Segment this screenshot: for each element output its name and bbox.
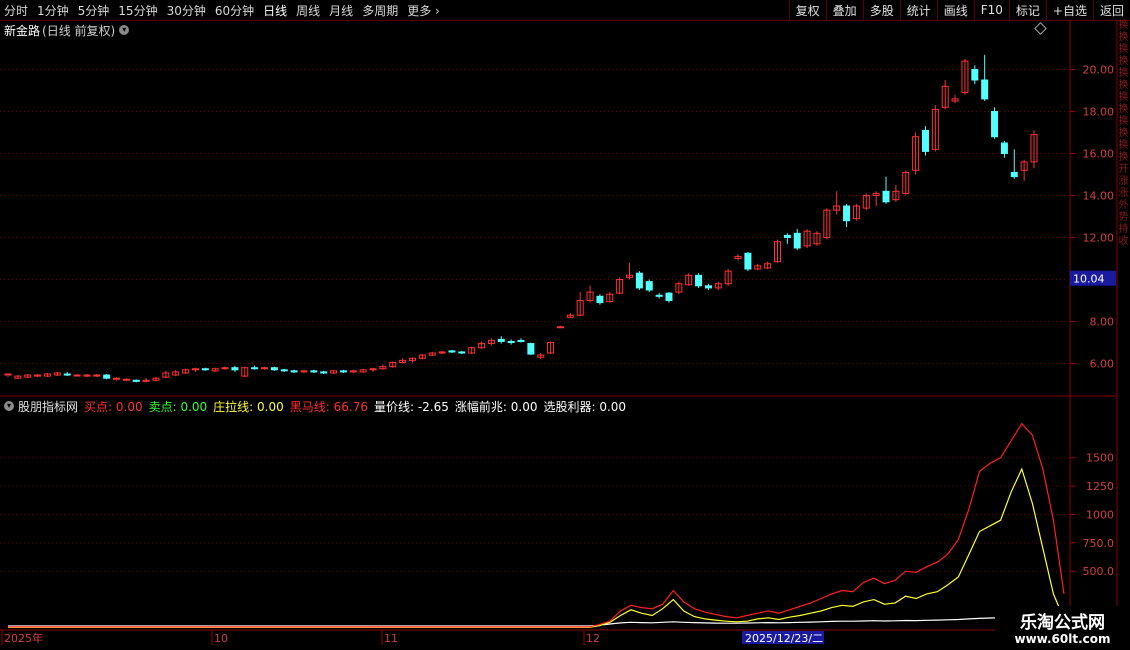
watermark-url: www.60lt.com xyxy=(1014,632,1111,646)
indicator-tick-label: 1250 xyxy=(1086,480,1114,493)
candle-body xyxy=(971,69,979,81)
strip-label: 收 xyxy=(1118,236,1129,247)
candle-body xyxy=(507,340,515,344)
candle-body xyxy=(1010,171,1018,178)
strip-label: 外 xyxy=(1118,200,1129,211)
date-label: 12 xyxy=(586,632,600,645)
candle-body xyxy=(655,294,663,297)
candle-body xyxy=(497,338,505,342)
candle-body xyxy=(280,369,288,372)
cursor-date-label: 2025/12/23/二 xyxy=(745,632,823,645)
candle-body xyxy=(231,367,239,371)
strip-label: 换 xyxy=(1118,56,1129,67)
price-tick-label: 20.00 xyxy=(1083,64,1115,77)
candle-body xyxy=(73,374,81,377)
price-tick-label: 8.00 xyxy=(1090,316,1115,329)
date-label: 10 xyxy=(214,632,228,645)
candle-body xyxy=(63,373,71,376)
candle-body xyxy=(991,111,999,138)
candle-body xyxy=(635,272,643,289)
candle-body xyxy=(1000,142,1008,154)
strip-label: 换 xyxy=(1118,128,1129,139)
price-tick-label: 14.00 xyxy=(1083,190,1115,203)
candle-body xyxy=(783,234,791,238)
indicator-line-yellow xyxy=(8,467,1065,629)
strip-label: 涨 xyxy=(1118,176,1129,187)
candle-body xyxy=(122,378,130,381)
price-tick-label: 6.00 xyxy=(1090,358,1115,371)
right-side-strip: 换换换换换换换换换换换换开涨涨外势持收 xyxy=(1117,20,1130,400)
candle-body xyxy=(113,377,121,380)
strip-label: 换 xyxy=(1118,80,1129,91)
strip-label: 换 xyxy=(1118,92,1129,103)
candle-body xyxy=(458,351,466,354)
candle-body xyxy=(201,368,209,371)
strip-label: 换 xyxy=(1118,68,1129,79)
kline-chart[interactable]: 20.0018.0016.0014.0012.0010.008.006.0010… xyxy=(0,0,1130,650)
strip-label: 换 xyxy=(1118,32,1129,43)
strip-label: 换 xyxy=(1118,152,1129,163)
indicator-tick-label: 750.0 xyxy=(1083,537,1115,550)
strip-label: 势 xyxy=(1118,212,1129,223)
strip-label: 换 xyxy=(1118,20,1129,31)
candle-body xyxy=(981,79,989,100)
strip-label: 换 xyxy=(1118,104,1129,115)
candle-body xyxy=(556,326,564,329)
candle-body xyxy=(665,292,673,301)
strip-label: 涨 xyxy=(1118,188,1129,199)
price-tick-label: 16.00 xyxy=(1083,148,1115,161)
indicator-tick-label: 1500 xyxy=(1086,452,1114,465)
strip-label: 换 xyxy=(1118,44,1129,55)
candle-body xyxy=(793,232,801,249)
candle-body xyxy=(843,205,851,222)
candle-body xyxy=(921,129,929,152)
price-tick-label: 18.00 xyxy=(1083,106,1115,119)
candle-body xyxy=(596,295,604,304)
candle-body xyxy=(103,374,111,379)
candle-body xyxy=(290,370,298,373)
date-label: 2025年 xyxy=(4,631,43,645)
candle-body xyxy=(93,374,101,377)
candle-body xyxy=(448,350,456,353)
indicator-tick-label: 500.0 xyxy=(1083,565,1115,578)
candle-body xyxy=(744,252,752,270)
watermark: 乐淘公式网 www.60lt.com xyxy=(995,606,1130,650)
candle-body xyxy=(320,371,328,374)
candle-body xyxy=(270,367,278,371)
candle-body xyxy=(517,339,525,342)
date-label: 11 xyxy=(384,632,398,645)
strip-label: 换 xyxy=(1118,116,1129,127)
price-tick-label: 12.00 xyxy=(1083,232,1115,245)
strip-label: 换 xyxy=(1118,140,1129,151)
candle-body xyxy=(695,274,703,287)
candle-body xyxy=(882,190,890,203)
candle-body xyxy=(132,379,140,382)
watermark-title: 乐淘公式网 xyxy=(1020,613,1105,633)
candle-body xyxy=(339,370,347,373)
candle-body xyxy=(251,367,259,370)
indicator-line-white xyxy=(8,616,1065,627)
indicator-tick-label: 1000 xyxy=(1086,508,1114,521)
candle-body xyxy=(704,285,712,289)
candle-body xyxy=(527,343,535,355)
strip-label: 持 xyxy=(1118,224,1129,235)
candle-body xyxy=(645,281,653,291)
current-price-label: 10.04 xyxy=(1073,273,1105,286)
strip-label: 开 xyxy=(1118,164,1129,175)
candle-body xyxy=(4,373,12,376)
candle-body xyxy=(310,370,318,373)
